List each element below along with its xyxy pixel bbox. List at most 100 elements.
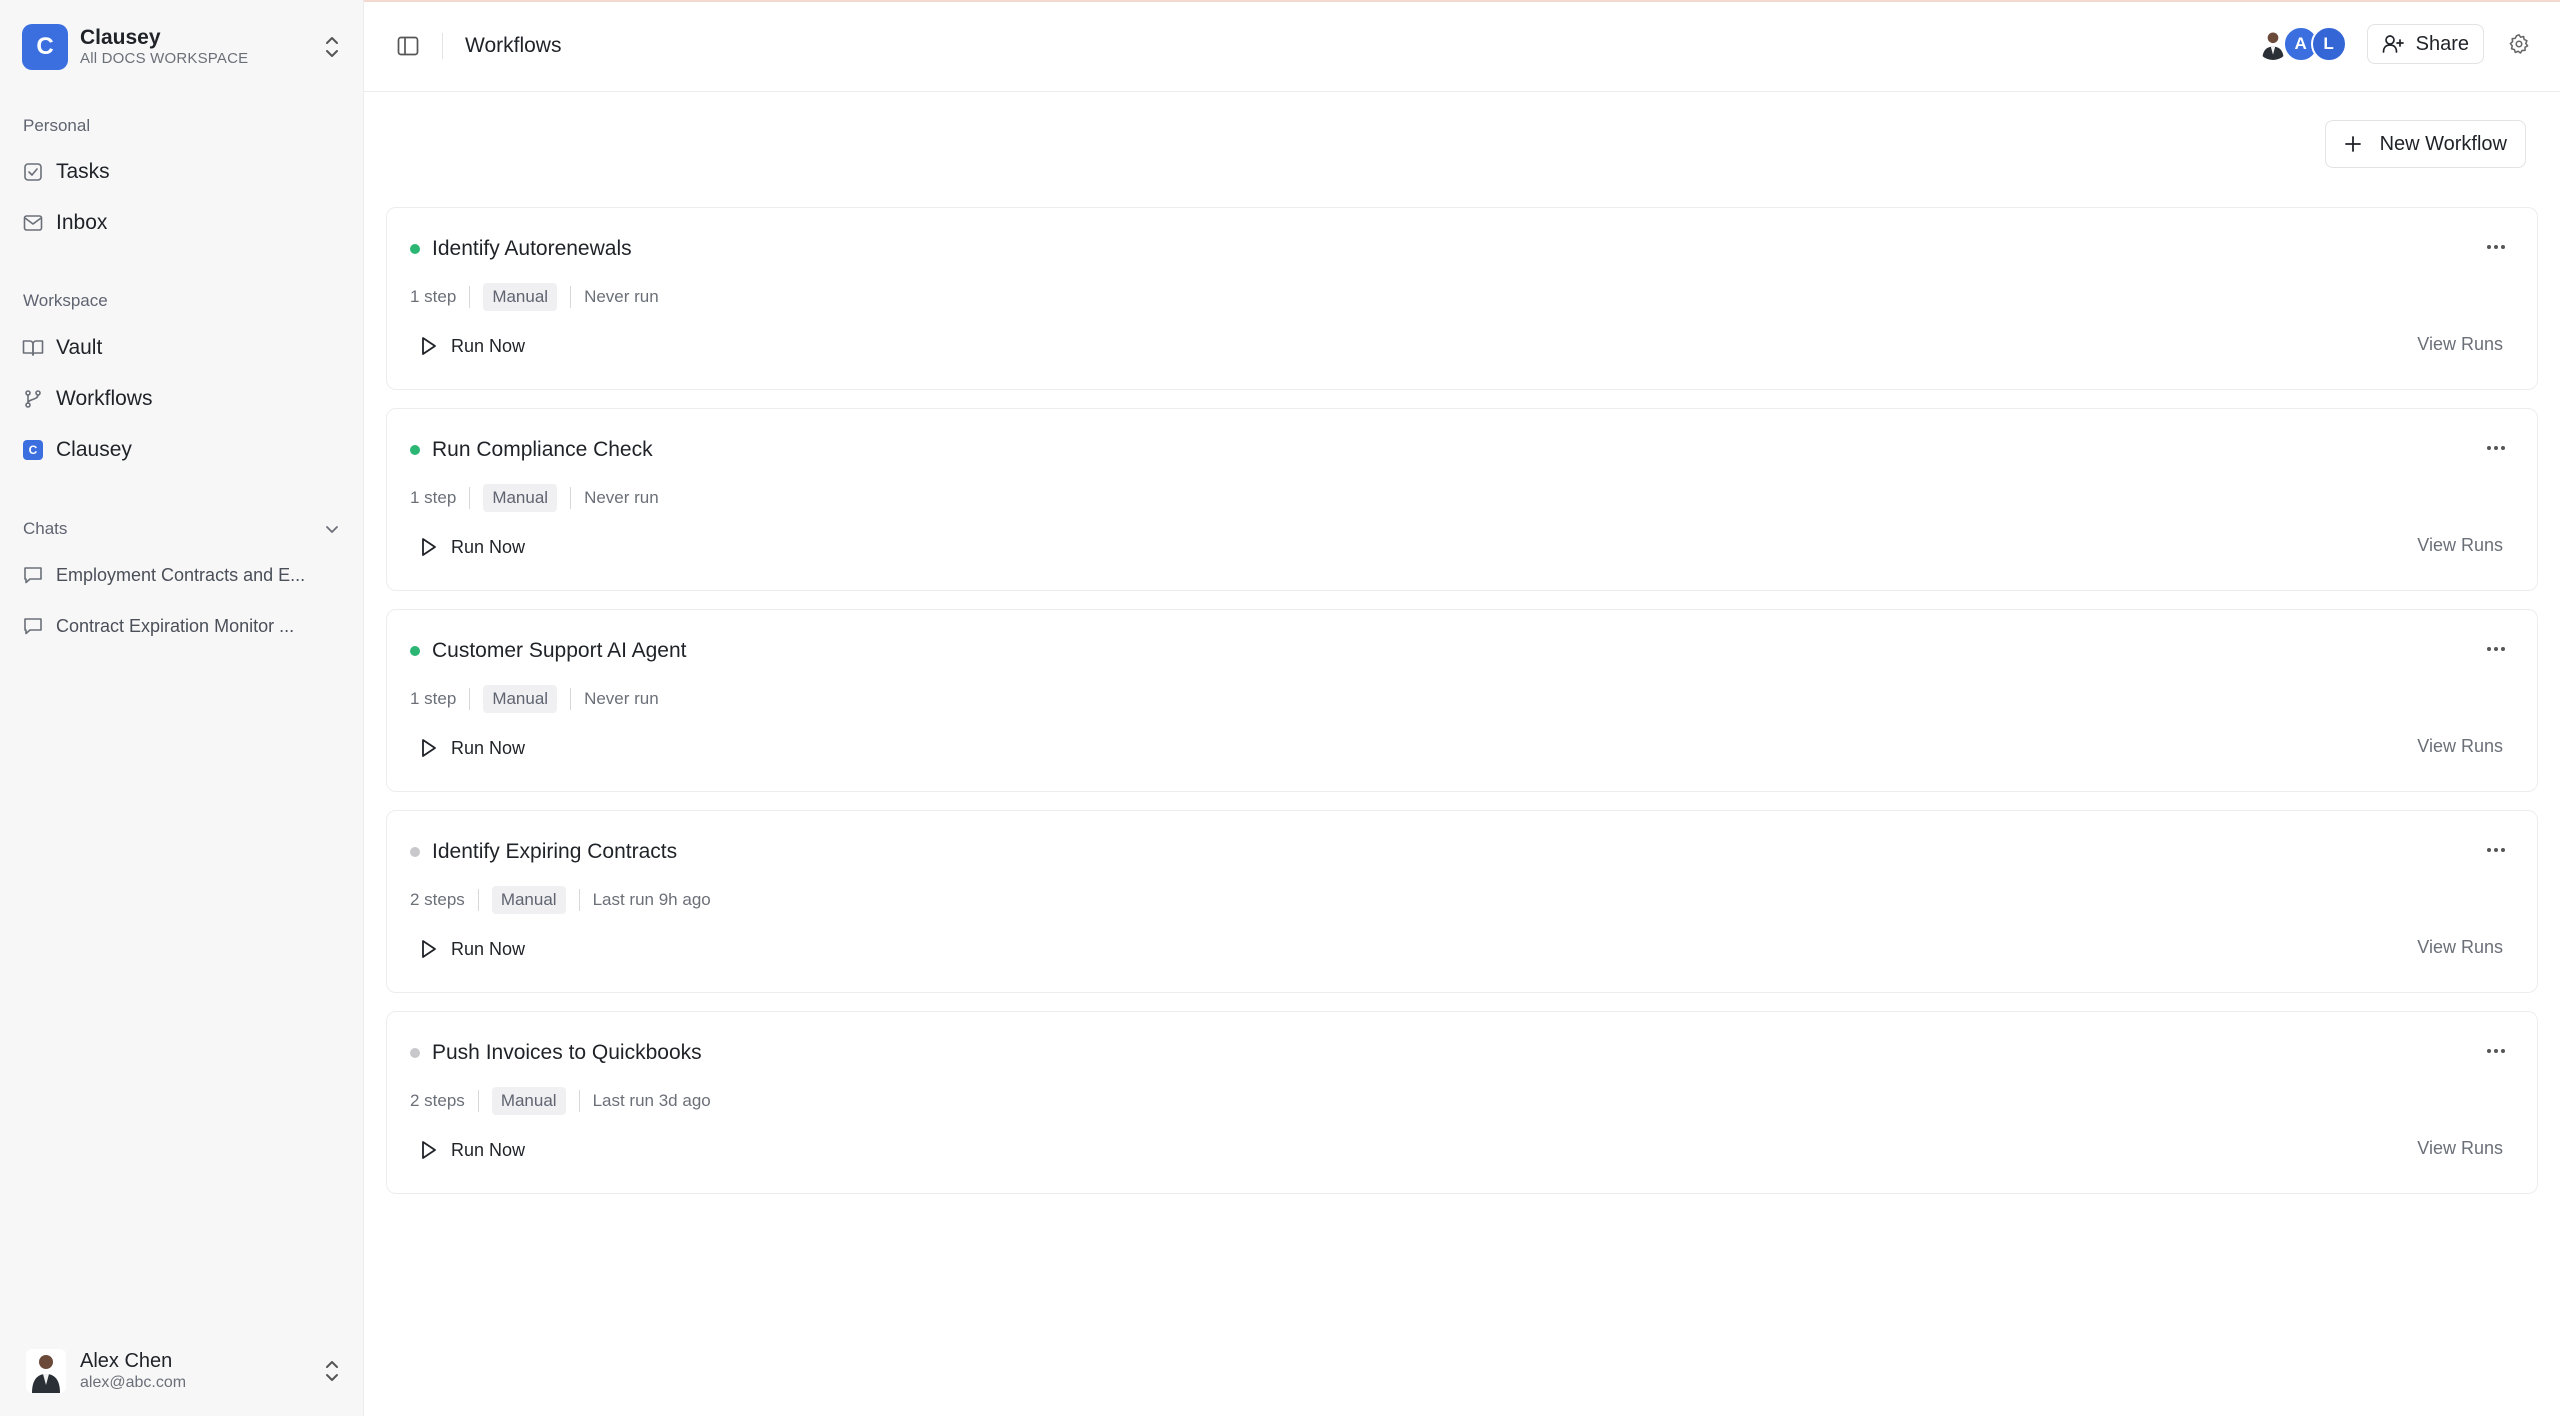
settings-button[interactable] <box>2502 27 2536 61</box>
sidebar-item-label: Clausey <box>56 438 132 461</box>
chat-item[interactable]: Employment Contracts and E... <box>22 555 340 595</box>
trigger-badge: Manual <box>483 283 558 311</box>
divider <box>570 688 572 710</box>
clausey-logo-letter: C <box>23 440 43 460</box>
view-runs-link[interactable]: View Runs <box>2417 535 2503 556</box>
new-workflow-button[interactable]: New Workflow <box>2324 120 2526 168</box>
step-count: 1 step <box>410 287 457 306</box>
top-accent-line <box>364 0 2560 2</box>
view-runs-link[interactable]: View Runs <box>2417 937 2503 958</box>
workflow-card: Identify Expiring Contracts 2 steps Manu… <box>386 810 2538 993</box>
share-button[interactable]: Share <box>2366 24 2484 64</box>
divider <box>578 889 580 911</box>
run-now-button[interactable]: Run Now <box>421 329 525 363</box>
more-options-button[interactable] <box>2481 437 2511 459</box>
sidebar-item-inbox[interactable]: Inbox <box>22 203 340 243</box>
divider <box>469 286 471 308</box>
more-options-button[interactable] <box>2481 236 2511 258</box>
run-now-label: Run Now <box>451 536 526 557</box>
section-label-chats: Chats <box>23 519 68 538</box>
chevron-up-down-icon <box>326 37 338 57</box>
trigger-badge: Manual <box>491 886 566 914</box>
sidebar-toggle-button[interactable] <box>390 28 426 64</box>
play-icon <box>422 337 436 355</box>
trigger-badge: Manual <box>483 685 558 713</box>
last-run-text: Never run <box>584 488 659 507</box>
sidebar-item-clausey[interactable]: C Clausey <box>22 430 340 470</box>
divider <box>477 1090 479 1112</box>
status-dot <box>410 244 420 254</box>
workspace-info: Clausey All DOCS WORKSPACE <box>80 26 322 68</box>
workflow-meta: 1 step Manual Never run <box>410 283 659 311</box>
more-options-button[interactable] <box>2481 839 2511 861</box>
share-label: Share <box>2415 32 2469 55</box>
plus-icon <box>2344 136 2361 152</box>
more-options-button[interactable] <box>2481 638 2511 660</box>
status-dot <box>410 445 420 455</box>
last-run-text: Never run <box>584 689 659 708</box>
workflow-card: Customer Support AI Agent 1 step Manual … <box>386 609 2538 792</box>
sidebar-item-workflows[interactable]: Workflows <box>22 379 340 419</box>
play-icon <box>422 538 436 556</box>
chevron-down-icon <box>326 526 338 533</box>
divider <box>578 1090 580 1112</box>
workflow-title: Identify Expiring Contracts <box>410 840 677 864</box>
sidebar-item-vault[interactable]: Vault <box>22 328 340 368</box>
chat-item[interactable]: Contract Expiration Monitor ... <box>22 606 340 646</box>
workflow-meta: 1 step Manual Never run <box>410 685 659 713</box>
divider <box>442 32 443 59</box>
status-dot <box>410 1048 420 1058</box>
more-options-button[interactable] <box>2481 1040 2511 1062</box>
sidebar-panel-icon <box>397 36 419 55</box>
user-plus-icon <box>2382 35 2404 53</box>
run-now-label: Run Now <box>451 335 526 356</box>
workflow-title-text: Customer Support AI Agent <box>432 639 687 662</box>
section-label-personal: Personal <box>23 116 91 135</box>
divider <box>469 487 471 509</box>
new-workflow-label: New Workflow <box>2379 132 2507 155</box>
run-now-label: Run Now <box>451 737 526 758</box>
step-count: 2 steps <box>410 890 465 909</box>
workflow-title-text: Identify Expiring Contracts <box>432 840 678 863</box>
more-horizontal-icon <box>2487 848 2505 852</box>
play-icon <box>422 739 436 757</box>
view-runs-link[interactable]: View Runs <box>2417 1138 2503 1159</box>
avatar[interactable]: L <box>2310 26 2347 62</box>
trigger-badge: Manual <box>491 1087 566 1115</box>
mail-icon <box>22 212 44 234</box>
sidebar-item-tasks[interactable]: Tasks <box>22 152 340 192</box>
run-now-button[interactable]: Run Now <box>421 932 525 966</box>
last-run-text: Last run 3d ago <box>592 1091 711 1110</box>
sidebar-item-label: Workflows <box>56 387 153 410</box>
workflow-meta: 2 steps Manual Last run 3d ago <box>410 1087 711 1115</box>
workflow-card: Push Invoices to Quickbooks 2 steps Manu… <box>386 1011 2538 1194</box>
chat-bubble-icon <box>22 564 44 586</box>
chat-item-label: Employment Contracts and E... <box>56 564 306 585</box>
run-now-button[interactable]: Run Now <box>421 1133 525 1167</box>
run-now-button[interactable]: Run Now <box>421 731 525 765</box>
user-email: alex@abc.com <box>80 1374 187 1391</box>
clausey-logo-icon: C <box>22 439 44 461</box>
workspace-logo: C <box>22 24 68 70</box>
workflow-card: Identify Autorenewals 1 step Manual Neve… <box>386 207 2538 390</box>
workflow-meta: 1 step Manual Never run <box>410 484 659 512</box>
section-label-workspace: Workspace <box>23 291 108 310</box>
more-horizontal-icon <box>2487 1049 2505 1053</box>
step-count: 2 steps <box>410 1091 465 1110</box>
chat-item-label: Contract Expiration Monitor ... <box>56 615 295 636</box>
user-menu[interactable]: Alex Chen alex@abc.com <box>26 1346 342 1396</box>
checkbox-icon <box>22 161 44 183</box>
sidebar-item-label: Vault <box>56 336 103 359</box>
view-runs-link[interactable]: View Runs <box>2417 736 2503 757</box>
view-runs-link[interactable]: View Runs <box>2417 334 2503 355</box>
user-name: Alex Chen <box>80 1350 173 1372</box>
chats-section-toggle[interactable]: Chats <box>23 516 341 542</box>
book-icon <box>22 337 44 359</box>
more-horizontal-icon <box>2487 245 2505 249</box>
run-now-button[interactable]: Run Now <box>421 530 525 564</box>
more-horizontal-icon <box>2487 446 2505 450</box>
workspace-switcher[interactable]: C Clausey All DOCS WORKSPACE <box>22 24 342 70</box>
run-now-label: Run Now <box>451 938 526 959</box>
last-run-text: Never run <box>584 287 659 306</box>
workflow-title-text: Run Compliance Check <box>432 438 653 461</box>
